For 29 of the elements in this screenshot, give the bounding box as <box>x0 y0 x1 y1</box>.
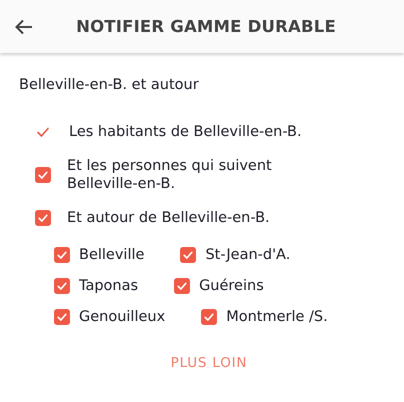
checkbox[interactable] <box>180 247 196 263</box>
check-icon <box>37 212 49 224</box>
check-icon <box>56 249 68 261</box>
check-icon <box>56 311 68 323</box>
town-label: Belleville <box>79 247 144 263</box>
check-icon <box>37 169 49 181</box>
back-arrow-icon[interactable] <box>14 17 34 37</box>
town-label: St-Jean-d'A. <box>205 247 290 263</box>
section-title: Belleville-en-B. et autour <box>19 77 200 93</box>
check-icon <box>203 311 216 323</box>
check-icon <box>176 280 188 292</box>
checkbox[interactable] <box>174 278 190 294</box>
town-label: Genouilleux <box>79 309 166 325</box>
checkbox[interactable] <box>54 309 70 325</box>
checkbox[interactable] <box>35 210 51 226</box>
checkbox[interactable] <box>54 247 70 263</box>
town-label: Taponas <box>79 278 138 294</box>
check-icon <box>56 280 68 292</box>
option-label: Et autour de Belleville-en-B. <box>67 209 271 227</box>
screen-title: NOTIFIER GAMME DURABLE <box>76 17 336 36</box>
option-label: Les habitants de Belleville-en-B. <box>69 123 303 141</box>
checkbox[interactable] <box>35 167 51 183</box>
more-button[interactable]: PLUS LOIN <box>162 351 256 375</box>
check-icon <box>182 249 194 261</box>
town-label: Guéreins <box>199 278 264 294</box>
option-label: Et les personnes qui suivent Belleville-en-B. <box>67 157 273 193</box>
checkbox[interactable] <box>201 309 218 325</box>
checkbox[interactable] <box>54 278 70 294</box>
town-label: Montmerle /S. <box>226 309 328 325</box>
